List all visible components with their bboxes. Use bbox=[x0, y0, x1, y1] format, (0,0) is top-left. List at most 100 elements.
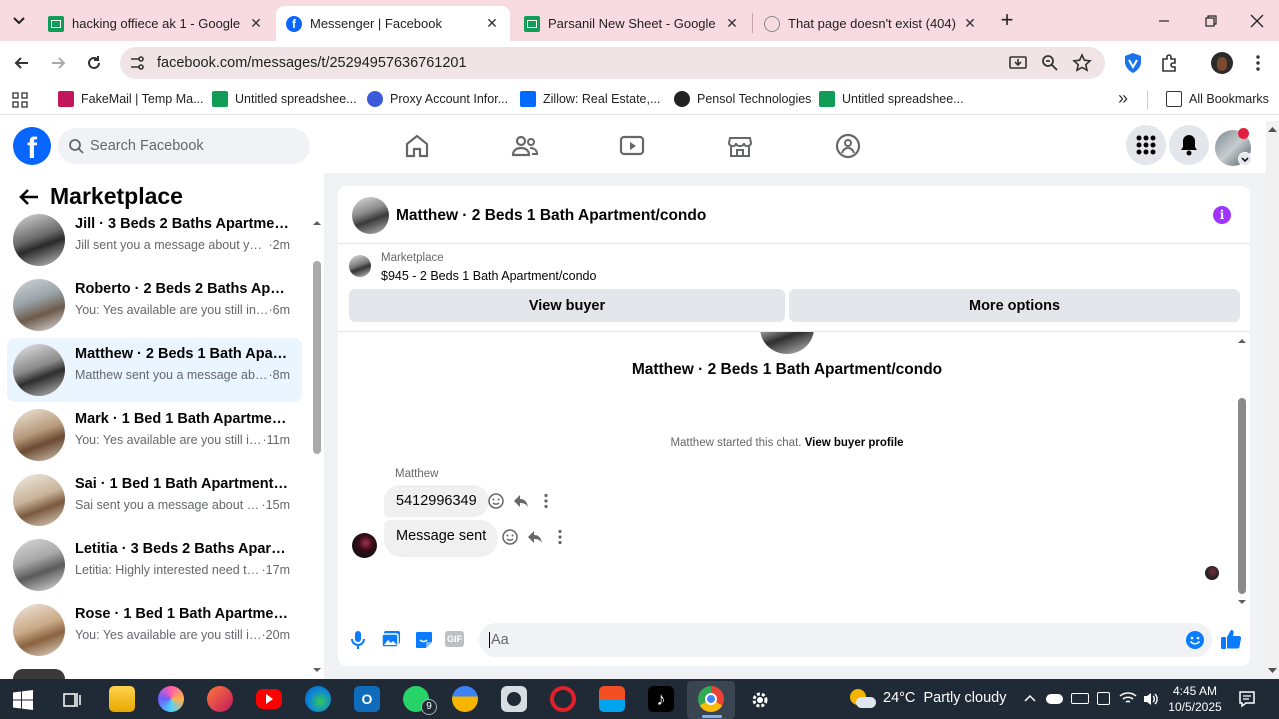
reload-button[interactable] bbox=[84, 53, 104, 73]
close-icon[interactable]: ✕ bbox=[248, 15, 264, 32]
reply-icon[interactable] bbox=[526, 528, 544, 546]
tray-chevron-up-icon[interactable] bbox=[1023, 692, 1037, 704]
scroll-down-icon[interactable] bbox=[312, 665, 322, 675]
conversation-item[interactable]: Matthew · 2 Beds 1 Bath Apartm... Matthew… bbox=[7, 338, 302, 402]
photo-icon[interactable] bbox=[381, 630, 401, 648]
medal-icon[interactable] bbox=[452, 686, 478, 712]
react-emoji-icon[interactable] bbox=[501, 528, 519, 546]
minimize-button[interactable] bbox=[1155, 12, 1173, 30]
message-bubble-1[interactable]: 5412996349 bbox=[384, 485, 489, 517]
weather-text[interactable]: 24°C Partly cloudy bbox=[883, 690, 1006, 706]
account-chevron-icon[interactable] bbox=[1238, 152, 1252, 166]
onedrive-icon[interactable] bbox=[1046, 694, 1063, 704]
more-actions-icon[interactable] bbox=[537, 492, 555, 510]
gif-icon[interactable]: GIF bbox=[445, 631, 464, 647]
scroll-up-icon[interactable] bbox=[312, 218, 322, 228]
start-button[interactable] bbox=[13, 690, 33, 710]
message-bubble-2[interactable]: Message sent bbox=[384, 520, 499, 557]
facebook-logo[interactable]: f bbox=[13, 127, 51, 165]
sidebar-scrollbar-thumb[interactable] bbox=[313, 261, 321, 454]
conversation-item[interactable]: Roberto · 2 Beds 2 Baths Apart... You: Ye… bbox=[7, 273, 302, 337]
forward-button[interactable] bbox=[48, 53, 68, 73]
view-buyer-button[interactable]: View buyer bbox=[349, 289, 785, 322]
bookmark-spreadsheet-2[interactable]: Untitled spreadshee... bbox=[819, 91, 964, 107]
extensions-icon[interactable] bbox=[1159, 53, 1179, 73]
bookmark-star-icon[interactable] bbox=[1072, 53, 1092, 73]
sticker-icon[interactable] bbox=[414, 630, 434, 650]
settings-icon[interactable] bbox=[749, 689, 771, 711]
bookmark-spreadsheet-1[interactable]: Untitled spreadshee... bbox=[212, 91, 357, 107]
conversation-item[interactable]: Jill · 3 Beds 2 Baths Apartment/... Jill … bbox=[7, 208, 302, 272]
notifications-button[interactable] bbox=[1169, 125, 1209, 165]
clock[interactable]: 4:45 AM 10/5/2025 bbox=[1167, 683, 1223, 715]
microsoft-store-icon[interactable] bbox=[599, 686, 625, 712]
conversation-item[interactable]: Rose · 1 Bed 1 Bath Apartment/c... You: Y… bbox=[7, 598, 302, 662]
chat-scrollbar[interactable] bbox=[1237, 336, 1247, 608]
chat-header-avatar[interactable] bbox=[352, 197, 389, 234]
app-gear-icon[interactable] bbox=[501, 686, 527, 712]
emoji-picker-icon[interactable] bbox=[1185, 630, 1205, 650]
conversation-item[interactable]: Sai · 1 Bed 1 Bath Apartment/co... Sai se… bbox=[7, 468, 302, 532]
more-options-button[interactable]: More options bbox=[789, 289, 1240, 322]
tab-2-active[interactable]: f Messenger | Facebook ✕ bbox=[276, 6, 510, 41]
message-input[interactable]: Aa bbox=[479, 623, 1212, 657]
watch-icon[interactable] bbox=[617, 131, 647, 161]
install-app-icon[interactable] bbox=[1008, 53, 1028, 73]
chat-scrollbar-thumb[interactable] bbox=[1238, 398, 1246, 594]
youtube-icon[interactable] bbox=[256, 689, 282, 709]
tab-1[interactable]: hacking offiece ak 1 - Google Sh ✕ bbox=[38, 6, 274, 41]
back-button[interactable] bbox=[12, 53, 32, 73]
task-view-icon[interactable] bbox=[62, 690, 82, 710]
outlook-icon[interactable]: O bbox=[354, 686, 380, 712]
menu-button[interactable] bbox=[1126, 125, 1166, 165]
more-actions-icon[interactable] bbox=[551, 528, 569, 546]
vpn-shield-icon[interactable] bbox=[1123, 52, 1143, 74]
app-swirl-icon[interactable] bbox=[207, 686, 233, 712]
opera-icon[interactable] bbox=[550, 686, 576, 712]
close-icon[interactable]: ✕ bbox=[962, 15, 978, 32]
microphone-icon[interactable] bbox=[349, 630, 367, 650]
scroll-up-icon[interactable] bbox=[1237, 336, 1247, 346]
bookmark-pensol[interactable]: Pensol Technologies bbox=[674, 91, 811, 107]
groups-icon[interactable] bbox=[833, 131, 863, 161]
zoom-icon[interactable] bbox=[1040, 53, 1060, 73]
conversation-item[interactable]: Letitia · 3 Beds 2 Baths Apartme... Letit… bbox=[7, 533, 302, 597]
chat-header-title[interactable]: Matthew · 2 Beds 1 Bath Apartment/condo bbox=[396, 207, 706, 225]
wifi-icon[interactable] bbox=[1119, 690, 1137, 706]
scroll-down-icon[interactable] bbox=[1266, 664, 1279, 676]
volume-icon[interactable] bbox=[1142, 691, 1160, 707]
tab-search-button[interactable] bbox=[8, 10, 30, 32]
thumbs-up-icon[interactable] bbox=[1220, 628, 1242, 650]
battery-icon[interactable] bbox=[1071, 693, 1089, 704]
copilot-icon[interactable] bbox=[158, 686, 184, 712]
close-window-button[interactable] bbox=[1248, 12, 1266, 30]
notification-center-icon[interactable] bbox=[1238, 690, 1256, 708]
site-info-icon[interactable] bbox=[128, 54, 146, 72]
tab-4[interactable]: That page doesn't exist (404) - F ✕ bbox=[754, 6, 988, 41]
weather-icon[interactable] bbox=[850, 689, 876, 709]
search-input[interactable]: Search Facebook bbox=[58, 128, 310, 164]
network-device-icon[interactable] bbox=[1097, 692, 1110, 705]
scroll-up-icon[interactable] bbox=[1266, 124, 1279, 136]
back-arrow-button[interactable] bbox=[18, 187, 40, 207]
sidebar-scrollbar[interactable] bbox=[312, 218, 322, 676]
tab-3[interactable]: Parsanil New Sheet - Google Sh ✕ bbox=[514, 6, 750, 41]
marketplace-icon[interactable] bbox=[725, 131, 755, 161]
friends-icon[interactable] bbox=[510, 131, 540, 161]
restore-button[interactable] bbox=[1202, 12, 1220, 30]
profile-avatar[interactable] bbox=[1211, 52, 1233, 74]
close-icon[interactable]: ✕ bbox=[724, 15, 740, 32]
scroll-down-icon[interactable] bbox=[1237, 597, 1247, 607]
bookmarks-overflow-button[interactable]: » bbox=[1118, 88, 1128, 109]
view-buyer-profile-link[interactable]: View buyer profile bbox=[805, 437, 904, 449]
reply-icon[interactable] bbox=[512, 492, 530, 510]
new-tab-button[interactable]: + bbox=[996, 9, 1018, 31]
conversation-item[interactable]: Mark · 1 Bed 1 Bath Apartment/... You: Ye… bbox=[7, 403, 302, 467]
page-scrollbar[interactable] bbox=[1266, 121, 1279, 679]
listing-title[interactable]: $945 - 2 Beds 1 Bath Apartment/condo bbox=[381, 269, 596, 283]
sender-avatar[interactable] bbox=[352, 533, 377, 558]
tiktok-icon[interactable]: ♪ bbox=[648, 686, 674, 712]
bookmark-fakemail[interactable]: FakeMail | Temp Ma... bbox=[58, 91, 204, 107]
file-explorer-icon[interactable] bbox=[109, 686, 135, 712]
edge-icon[interactable] bbox=[305, 686, 331, 712]
